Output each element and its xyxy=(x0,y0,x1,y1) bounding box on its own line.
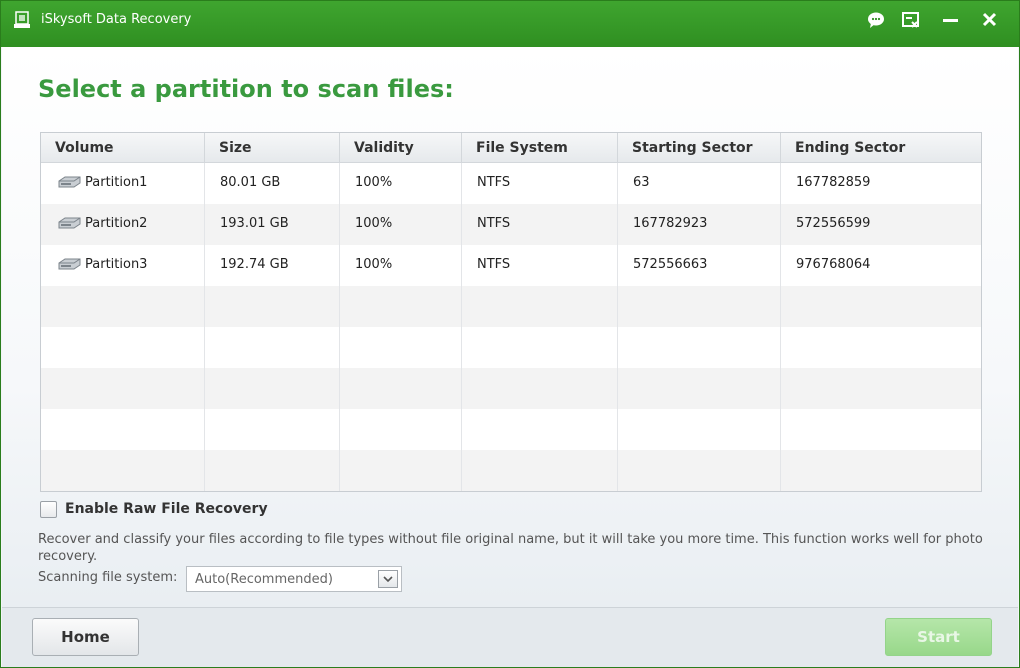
column-header-file-system[interactable]: File System xyxy=(462,133,618,162)
page-title: Select a partition to scan files: xyxy=(38,75,454,103)
partition-table: Volume Size Validity File System Startin… xyxy=(40,132,982,492)
validity-cell: 100% xyxy=(340,163,462,204)
starting-sector-cell: 167782923 xyxy=(618,204,781,245)
size-cell: 192.74 GB xyxy=(205,245,340,286)
empty-row xyxy=(41,327,981,368)
volume-name: Partition3 xyxy=(85,257,148,272)
starting-sector-cell: 63 xyxy=(618,163,781,204)
empty-row xyxy=(41,450,981,491)
hard-drive-icon xyxy=(58,217,81,229)
chevron-down-icon[interactable] xyxy=(378,570,398,588)
size-cell: 193.01 GB xyxy=(205,204,340,245)
file-system-cell: NTFS xyxy=(462,245,618,286)
footer-bar: Home Start xyxy=(2,607,1018,667)
scanning-file-system-label: Scanning file system: xyxy=(38,570,178,585)
ending-sector-cell: 167782859 xyxy=(796,175,871,190)
window-title: iSkysoft Data Recovery xyxy=(41,12,192,27)
column-header-starting-sector[interactable]: Starting Sector xyxy=(618,133,781,162)
app-logo-icon xyxy=(13,11,31,29)
app-window: iSkysoft Data Recovery Select a partitio… xyxy=(0,0,1020,668)
home-button[interactable]: Home xyxy=(32,618,139,656)
close-icon[interactable] xyxy=(979,10,1001,30)
raw-recovery-description: Recover and classify your files accordin… xyxy=(38,532,983,564)
raw-recovery-checkbox[interactable] xyxy=(40,501,57,518)
column-header-size[interactable]: Size xyxy=(205,133,340,162)
volume-name: Partition2 xyxy=(85,216,148,231)
raw-recovery-label[interactable]: Enable Raw File Recovery xyxy=(65,501,268,517)
feedback-icon[interactable] xyxy=(865,10,887,30)
empty-row xyxy=(41,368,981,409)
ending-sector-cell: 572556599 xyxy=(796,216,871,231)
volume-cell: Partition1 xyxy=(41,163,205,204)
column-header-volume[interactable]: Volume xyxy=(41,133,205,162)
column-header-validity[interactable]: Validity xyxy=(340,133,462,162)
volume-cell: Partition3 xyxy=(41,245,205,286)
volume-cell: Partition2 xyxy=(41,204,205,245)
table-header: Volume Size Validity File System Startin… xyxy=(41,133,981,163)
validity-cell: 100% xyxy=(340,245,462,286)
table-row[interactable]: Partition1 80.01 GB 100% NTFS 63 1677828… xyxy=(41,163,981,204)
volume-name: Partition1 xyxy=(85,175,148,190)
scanning-file-system-select[interactable]: Auto(Recommended) xyxy=(186,566,402,592)
empty-row xyxy=(41,409,981,450)
start-button[interactable]: Start xyxy=(885,618,992,656)
column-header-ending-sector[interactable]: Ending Sector xyxy=(781,133,981,162)
file-system-cell: NTFS xyxy=(462,163,618,204)
starting-sector-cell: 572556663 xyxy=(618,245,781,286)
register-icon[interactable] xyxy=(900,10,922,30)
table-row[interactable]: Partition2 193.01 GB 100% NTFS 167782923… xyxy=(41,204,981,245)
select-value: Auto(Recommended) xyxy=(195,572,333,587)
table-row[interactable]: Partition3 192.74 GB 100% NTFS 572556663… xyxy=(41,245,981,286)
title-bar[interactable]: iSkysoft Data Recovery xyxy=(1,1,1019,47)
main-panel: Select a partition to scan files: Volume… xyxy=(2,47,1018,607)
ending-sector-cell: 976768064 xyxy=(796,257,871,272)
hard-drive-icon xyxy=(58,258,81,270)
validity-cell: 100% xyxy=(340,204,462,245)
size-cell: 80.01 GB xyxy=(205,163,340,204)
minimize-icon[interactable] xyxy=(940,10,962,30)
hard-drive-icon xyxy=(58,176,81,188)
empty-row xyxy=(41,286,981,327)
file-system-cell: NTFS xyxy=(462,204,618,245)
